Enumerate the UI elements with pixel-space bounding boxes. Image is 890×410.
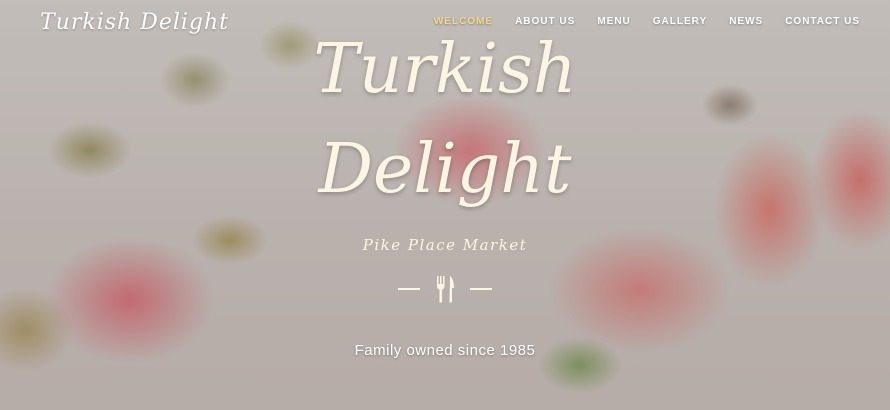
hero-title-line-2: Delight [318,130,572,209]
fork-knife-icon [437,276,454,303]
hero-content: Turkish Delight Pike Place Market Family… [0,30,890,359]
hero-divider [398,272,492,306]
nav-item-about-us[interactable]: ABOUT US [515,16,575,27]
nav-item-menu[interactable]: MENU [597,16,630,27]
divider-line-right [470,288,492,290]
divider-line-left [398,288,420,290]
nav-item-gallery[interactable]: GALLERY [653,16,707,27]
hero-subtitle: Pike Place Market [362,236,528,254]
nav-item-contact-us[interactable]: CONTACT US [785,16,860,27]
hero-section: Turkish Delight WELCOME ABOUT US MENU GA… [0,0,890,410]
nav-item-welcome[interactable]: WELCOME [434,16,493,27]
nav-item-news[interactable]: NEWS [729,16,763,27]
hero-tagline: Family owned since 1985 [354,342,536,359]
hero-title-line-1: Turkish [313,30,577,109]
main-nav: WELCOME ABOUT US MENU GALLERY NEWS CONTA… [434,16,860,27]
